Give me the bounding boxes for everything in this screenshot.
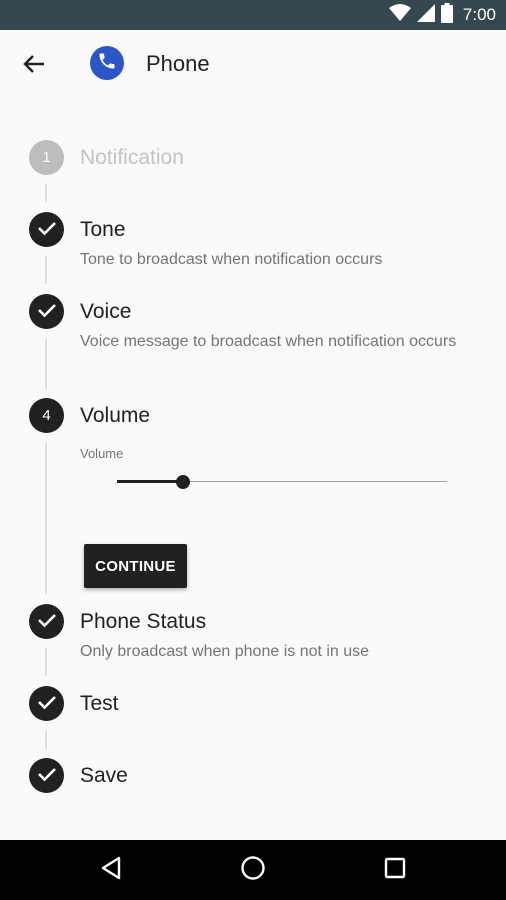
step-title: Test — [80, 692, 119, 715]
step-done-badge — [29, 604, 64, 639]
continue-button[interactable]: CONTINUE — [84, 544, 187, 588]
step-subtitle: Tone to broadcast when notification occu… — [80, 251, 383, 268]
step-title: Phone Status — [80, 610, 207, 633]
stepper: 1 Notification Tone Tone to broadcast wh… — [0, 100, 506, 840]
step-number: 4 — [42, 407, 51, 424]
step-connector — [45, 256, 47, 284]
step-number-badge: 1 — [29, 140, 64, 175]
step-number: 1 — [42, 149, 51, 166]
step-connector — [45, 730, 47, 750]
volume-slider-label: Volume — [80, 446, 124, 461]
status-bar: 7:00 — [0, 0, 506, 30]
back-button[interactable] — [18, 50, 50, 82]
app-bar: Phone — [0, 30, 506, 100]
step-subtitle: Only broadcast when phone is not in use — [80, 643, 370, 660]
volume-slider[interactable] — [117, 472, 447, 492]
step-title: Tone — [80, 218, 126, 241]
phone-app-icon — [90, 46, 124, 80]
square-recents-icon — [384, 857, 406, 884]
step-connector — [45, 442, 47, 594]
step-number-badge: 4 — [29, 398, 64, 433]
nav-back-button[interactable] — [96, 855, 126, 885]
check-icon — [37, 220, 57, 240]
circle-home-icon — [240, 855, 266, 886]
step-done-badge — [29, 212, 64, 247]
battery-icon — [440, 2, 453, 28]
step-title: Notification — [80, 146, 184, 169]
triangle-back-icon — [100, 856, 122, 885]
check-icon — [37, 302, 57, 322]
check-icon — [37, 766, 57, 786]
step-done-badge — [29, 758, 64, 793]
system-nav-bar — [0, 840, 506, 900]
check-icon — [37, 694, 57, 714]
slider-fill — [117, 480, 183, 483]
step-connector — [45, 338, 47, 390]
step-title: Voice — [80, 300, 132, 323]
nav-recents-button[interactable] — [380, 855, 410, 885]
wifi-icon — [388, 3, 411, 27]
signal-icon — [416, 3, 435, 27]
step-title: Save — [80, 764, 128, 787]
nav-home-button[interactable] — [238, 855, 268, 885]
arrow-back-icon — [23, 54, 45, 78]
step-subtitle: Voice message to broadcast when notifica… — [80, 333, 457, 350]
status-icons: 7:00 — [388, 2, 496, 28]
step-connector — [45, 648, 47, 676]
slider-thumb[interactable] — [176, 475, 190, 489]
step-connector — [45, 184, 47, 202]
step-done-badge — [29, 294, 64, 329]
step-done-badge — [29, 686, 64, 721]
phone-icon — [97, 51, 117, 76]
status-time: 7:00 — [462, 5, 496, 24]
page-title: Phone — [146, 51, 210, 76]
step-title: Volume — [80, 404, 151, 427]
check-icon — [37, 612, 57, 632]
